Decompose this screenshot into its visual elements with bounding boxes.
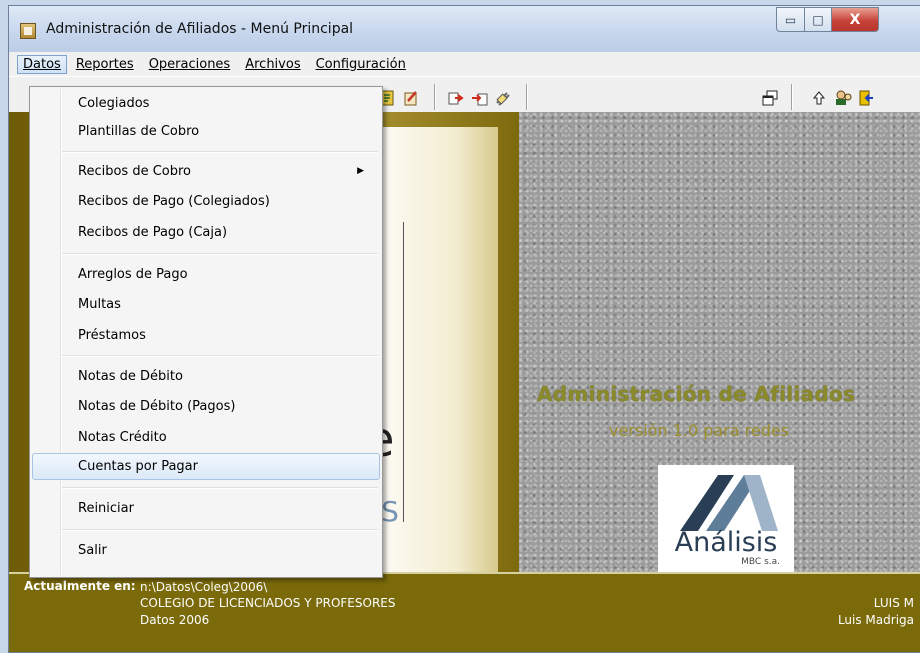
menu-bar: Datos Reportes Operaciones Archivos Conf… [9, 52, 920, 76]
exit-icon[interactable] [857, 89, 875, 107]
logo-brand: Análisis [674, 527, 778, 558]
edit-icon[interactable] [402, 89, 420, 107]
menu-operaciones[interactable]: Operaciones [143, 55, 237, 74]
menu-item-cuentas-por-pagar[interactable]: Cuentas por Pagar [32, 453, 380, 480]
company-logo: Análisis MBC s.a. [658, 465, 794, 572]
menu-item-notas-de-debito-pagos[interactable]: Notas de Débito (Pagos) [32, 393, 380, 420]
status-user-full: Luis Madriga [837, 613, 914, 627]
status-label: Actualmente en: [24, 579, 136, 593]
export-icon[interactable] [447, 89, 465, 107]
menu-item-recibos-de-pago-caja[interactable]: Recibos de Pago (Caja) [32, 219, 380, 246]
title-bar[interactable]: Administración de Afiliados - Menú Princ… [9, 6, 920, 52]
datos-dropdown-menu: Colegiados Plantillas de Cobro Recibos d… [29, 86, 383, 578]
menu-item-notas-credito[interactable]: Notas Crédito [32, 424, 380, 451]
menu-item-plantillas-de-cobro[interactable]: Plantillas de Cobro [32, 118, 380, 145]
menu-item-label: Multas [78, 297, 121, 312]
menu-item-label: Notas de Débito (Pagos) [78, 399, 236, 414]
menu-item-multas[interactable]: Multas [32, 291, 380, 318]
menu-item-recibos-de-cobro[interactable]: Recibos de Cobro ▶ [32, 158, 380, 185]
close-icon: X [849, 11, 861, 28]
app-name: Administración de Afiliados [537, 382, 856, 406]
app-version: versión 1.0 para redes [609, 421, 790, 440]
status-path: n:\Datos\Coleg\2006\ [140, 580, 268, 594]
menu-item-label: Préstamos [78, 328, 146, 343]
logo-subtitle: MBC s.a. [741, 557, 780, 567]
toolbar-separator [434, 84, 436, 110]
window-title: Administración de Afiliados - Menú Princ… [46, 21, 354, 37]
menu-item-label: Recibos de Cobro [78, 164, 191, 179]
menu-archivos[interactable]: Archivos [239, 55, 306, 74]
menu-item-label: Plantillas de Cobro [78, 124, 200, 139]
menu-item-label: Salir [78, 543, 107, 558]
menu-item-label: Cuentas por Pagar [78, 459, 198, 474]
users-icon[interactable] [834, 89, 852, 107]
toolbar-separator [791, 84, 793, 110]
menu-item-prestamos[interactable]: Préstamos [32, 322, 380, 349]
submenu-arrow-icon: ▶ [357, 166, 364, 176]
menu-item-label: Recibos de Pago (Colegiados) [78, 194, 270, 209]
menu-item-label: Colegiados [78, 96, 150, 111]
maximize-button[interactable]: □ [804, 7, 832, 32]
menu-separator [62, 355, 378, 357]
window-icon[interactable] [761, 89, 779, 107]
menu-separator [62, 253, 378, 255]
granite-panel: Administración de Afiliados versión 1.0 … [519, 112, 920, 572]
status-bar: Actualmente en: n:\Datos\Coleg\2006\ COL… [9, 572, 920, 652]
close-button[interactable]: X [831, 7, 879, 32]
menu-item-notas-de-debito[interactable]: Notas de Débito [32, 363, 380, 390]
menu-item-label: Arreglos de Pago [78, 267, 188, 282]
menu-item-label: Recibos de Pago (Caja) [78, 225, 228, 240]
menu-item-reiniciar[interactable]: Reiniciar [32, 495, 380, 522]
menu-configuracion[interactable]: Configuración [310, 55, 412, 74]
app-icon[interactable] [20, 23, 36, 39]
menu-item-recibos-de-pago-colegiados[interactable]: Recibos de Pago (Colegiados) [32, 188, 380, 215]
status-organization: COLEGIO DE LICENCIADOS Y PROFESORES [140, 596, 396, 610]
menu-separator [62, 487, 378, 489]
main-window: Administración de Afiliados - Menú Princ… [8, 5, 920, 653]
card-divider [403, 222, 404, 522]
menu-separator [62, 529, 378, 531]
up-arrow-icon[interactable] [810, 89, 828, 107]
minimize-icon: ▭ [784, 12, 797, 27]
menu-datos[interactable]: Datos [17, 54, 67, 74]
import-icon[interactable] [471, 89, 489, 107]
clip-icon[interactable] [494, 89, 512, 107]
menu-item-salir[interactable]: Salir [32, 537, 380, 564]
menu-item-colegiados[interactable]: Colegiados [32, 90, 380, 117]
menu-item-label: Notas Crédito [78, 430, 167, 445]
menu-item-label: Reiniciar [78, 501, 134, 516]
menu-item-label: Notas de Débito [78, 369, 183, 384]
menu-reportes[interactable]: Reportes [70, 55, 140, 74]
maximize-icon: □ [812, 12, 824, 27]
status-dataset: Datos 2006 [140, 613, 210, 627]
logo-mark-icon [680, 475, 778, 531]
minimize-button[interactable]: ▭ [776, 7, 805, 32]
menu-separator [62, 151, 378, 153]
status-user-short: LUIS M [873, 596, 914, 610]
toolbar-separator [526, 84, 528, 110]
menu-item-arreglos-de-pago[interactable]: Arreglos de Pago [32, 261, 380, 288]
